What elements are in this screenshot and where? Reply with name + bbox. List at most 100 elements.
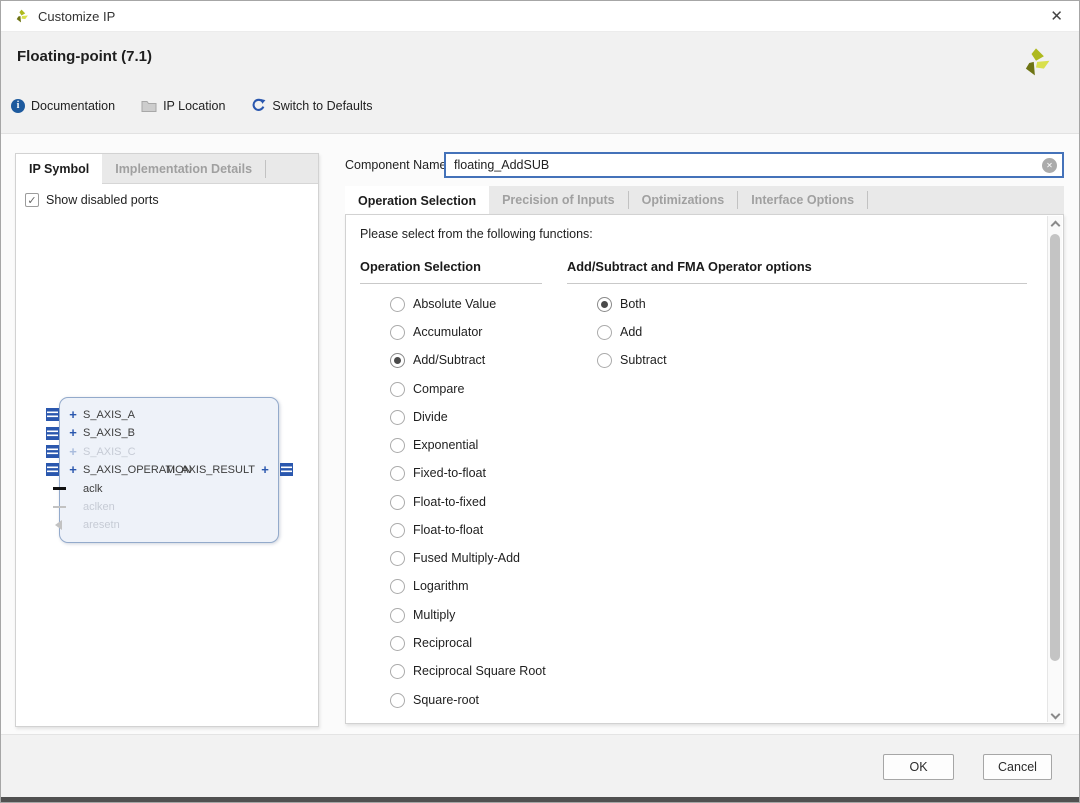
show-disabled-ports-label: Show disabled ports <box>46 193 159 207</box>
port-label: aclken <box>83 501 115 513</box>
intro-text: Please select from the following functio… <box>360 227 593 241</box>
checkbox-check-icon[interactable]: ✓ <box>25 193 39 207</box>
ok-button[interactable]: OK <box>883 754 954 780</box>
port-label: S_AXIS_C <box>83 446 136 458</box>
ip-symbol-panel: IP Symbol Implementation Details ✓ Show … <box>15 153 319 727</box>
radio-icon[interactable] <box>390 551 405 566</box>
ip-location-label: IP Location <box>163 99 225 113</box>
radio-icon[interactable] <box>390 636 405 651</box>
tab-interface-options[interactable]: Interface Options <box>738 186 867 214</box>
dialog-title: Customize IP <box>38 9 115 24</box>
dialog-header: Floating-point (7.1) i Documentation IP … <box>1 32 1079 134</box>
radio-icon[interactable] <box>390 382 405 397</box>
radio-icon[interactable] <box>390 523 405 538</box>
radio-label: Exponential <box>413 438 478 452</box>
radio-add-subtract[interactable]: Add/Subtract <box>390 352 485 368</box>
radio-icon[interactable] <box>597 353 612 368</box>
radio-logarithm[interactable]: Logarithm <box>390 578 469 594</box>
radio-label: Fixed-to-float <box>413 466 486 480</box>
port-aclk: aclk <box>67 482 103 496</box>
radio-accumulator[interactable]: Accumulator <box>390 324 482 340</box>
radio-reciprocal[interactable]: Reciprocal <box>390 635 472 651</box>
radio-icon[interactable] <box>390 325 405 340</box>
tab-ip-symbol[interactable]: IP Symbol <box>16 154 102 184</box>
expand-port-icon[interactable]: + <box>67 464 79 476</box>
radio-label: Float-to-float <box>413 523 483 537</box>
radio-subtract[interactable]: Subtract <box>597 352 667 368</box>
radio-icon[interactable] <box>390 466 405 481</box>
documentation-label: Documentation <box>31 99 115 113</box>
radio-icon[interactable] <box>390 353 405 368</box>
expand-port-icon[interactable]: + <box>259 464 271 476</box>
show-disabled-ports-checkbox[interactable]: ✓ Show disabled ports <box>25 193 159 207</box>
config-tabs: Operation Selection Precision of Inputs … <box>345 186 1064 214</box>
radio-icon[interactable] <box>390 438 405 453</box>
radio-exponential[interactable]: Exponential <box>390 437 478 453</box>
radio-label: Reciprocal <box>413 636 472 650</box>
close-icon[interactable]: ✕ <box>1046 7 1067 26</box>
tab-optimizations[interactable]: Optimizations <box>629 186 738 214</box>
tab-implementation-details[interactable]: Implementation Details <box>102 154 265 183</box>
vertical-scrollbar[interactable] <box>1047 216 1062 722</box>
radio-both[interactable]: Both <box>597 296 646 312</box>
port-aresetn: aresetn <box>67 518 120 532</box>
radio-label: Both <box>620 297 646 311</box>
radio-label: Add/Subtract <box>413 353 485 367</box>
radio-square-root[interactable]: Square-root <box>390 692 479 708</box>
port-label: S_AXIS_B <box>83 427 135 439</box>
scrollbar-thumb[interactable] <box>1050 234 1060 661</box>
operation-selection-group-header: Operation Selection <box>360 259 542 284</box>
radio-icon[interactable] <box>390 664 405 679</box>
component-name-input[interactable] <box>444 152 1064 178</box>
clear-input-icon[interactable]: ✕ <box>1042 158 1057 173</box>
documentation-button[interactable]: i Documentation <box>11 99 115 113</box>
radio-icon[interactable] <box>390 579 405 594</box>
radio-icon[interactable] <box>390 297 405 312</box>
bus-icon <box>46 408 59 421</box>
bus-icon <box>46 445 59 458</box>
radio-float-to-float[interactable]: Float-to-float <box>390 522 483 538</box>
bus-icon <box>280 463 293 476</box>
radio-icon[interactable] <box>597 325 612 340</box>
radio-label: Absolute Value <box>413 297 496 311</box>
dialog-titlebar[interactable]: Customize IP ✕ <box>1 1 1079 32</box>
radio-icon[interactable] <box>597 297 612 312</box>
tab-precision-of-inputs[interactable]: Precision of Inputs <box>489 186 628 214</box>
radio-fixed-to-float[interactable]: Fixed-to-float <box>390 465 486 481</box>
radio-label: Logarithm <box>413 579 469 593</box>
radio-icon[interactable] <box>390 410 405 425</box>
ip-symbol-block: + S_AXIS_A + S_AXIS_B + S_AXIS_C + S_AXI… <box>59 397 279 543</box>
radio-float-to-fixed[interactable]: Float-to-fixed <box>390 494 486 510</box>
radio-icon[interactable] <box>390 693 405 708</box>
radio-label: Multiply <box>413 608 455 622</box>
radio-divide[interactable]: Divide <box>390 409 448 425</box>
expand-port-icon[interactable]: + <box>67 427 79 439</box>
scroll-up-icon[interactable] <box>1052 220 1059 227</box>
bus-icon <box>46 427 59 440</box>
radio-add[interactable]: Add <box>597 324 642 340</box>
radio-multiply[interactable]: Multiply <box>390 607 455 623</box>
ip-name-title: Floating-point (7.1) <box>17 48 152 65</box>
switch-to-defaults-label: Switch to Defaults <box>272 99 372 113</box>
radio-reciprocal-square-root[interactable]: Reciprocal Square Root <box>390 663 546 679</box>
port-label: S_AXIS_A <box>83 409 135 421</box>
refresh-icon <box>251 98 266 113</box>
xilinx-logo <box>1018 45 1054 81</box>
scroll-down-icon[interactable] <box>1052 709 1059 716</box>
tab-operation-selection[interactable]: Operation Selection <box>345 186 489 215</box>
ip-location-button[interactable]: IP Location <box>141 99 225 113</box>
switch-to-defaults-button[interactable]: Switch to Defaults <box>251 98 372 113</box>
tab-separator <box>265 160 266 178</box>
radio-icon[interactable] <box>390 495 405 510</box>
expand-port-icon[interactable]: + <box>67 446 79 458</box>
radio-icon[interactable] <box>390 608 405 623</box>
expand-port-icon[interactable]: + <box>67 409 79 421</box>
radio-label: Compare <box>413 382 464 396</box>
port-aclken: aclken <box>67 500 115 514</box>
radio-compare[interactable]: Compare <box>390 381 464 397</box>
radio-absolute-value[interactable]: Absolute Value <box>390 296 496 312</box>
radio-label: Float-to-fixed <box>413 495 486 509</box>
signal-stub-icon <box>53 506 66 508</box>
cancel-button[interactable]: Cancel <box>983 754 1052 780</box>
radio-fused-multiply-add[interactable]: Fused Multiply-Add <box>390 550 520 566</box>
